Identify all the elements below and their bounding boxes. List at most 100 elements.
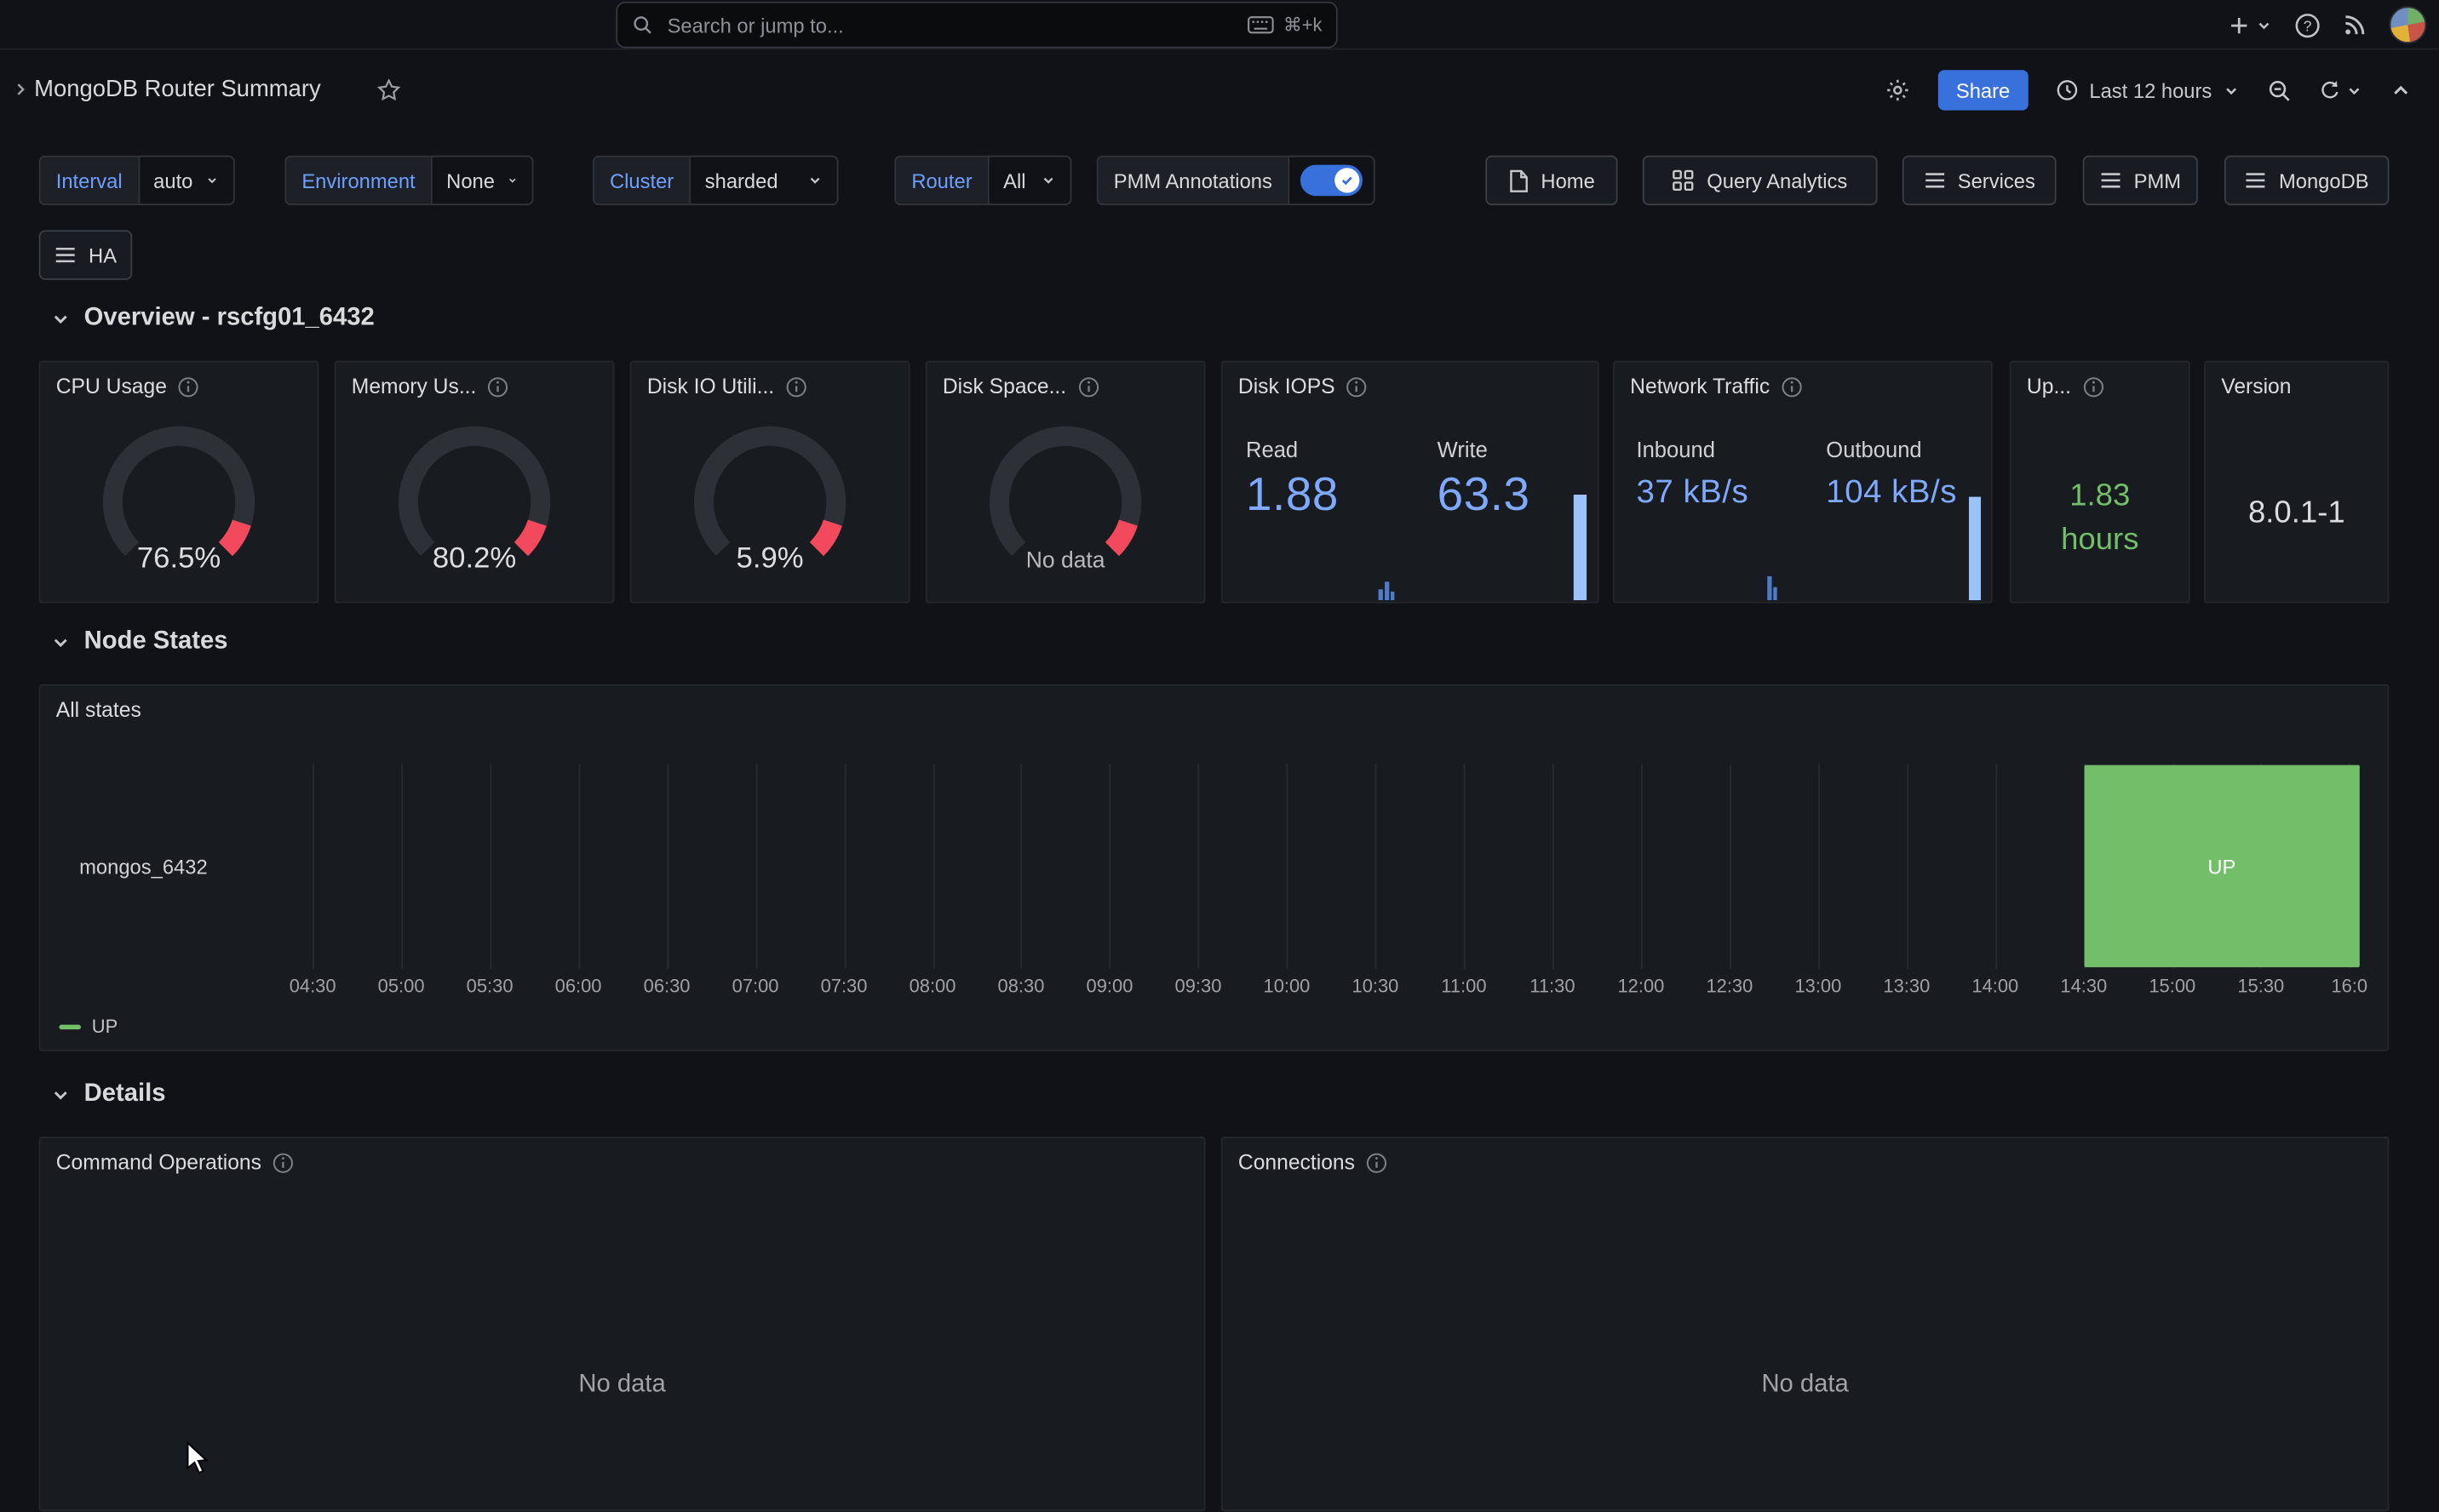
zoom-out-button[interactable] [2268,78,2291,101]
section-node-states[interactable]: Node States [51,628,227,656]
collapse-toolbar-button[interactable] [2390,80,2411,100]
legend-up[interactable]: UP [59,1016,118,1038]
panel-version: Version 8.0.1-1 [2204,361,2389,604]
help-button[interactable]: ? [2294,12,2321,38]
toggle-switch[interactable] [1300,165,1363,197]
state-block[interactable]: UP [2084,765,2360,967]
gridline [490,764,491,969]
info-icon[interactable] [1781,375,1803,398]
chevron-down-icon [2223,82,2240,99]
share-button-label: Share [1956,78,2010,101]
favorite-star-icon[interactable] [376,77,401,102]
time-tick: 05:30 [467,975,514,997]
panel-title[interactable]: Version [2206,363,2388,411]
dashboard-settings-button[interactable] [1885,77,1909,102]
info-icon[interactable] [178,375,200,398]
search-input[interactable] [616,2,1337,49]
pmm-annotations-toggle[interactable] [1288,156,1374,205]
add-button[interactable] [2228,14,2273,37]
refresh-button[interactable] [2319,79,2362,101]
panel-title[interactable]: Up... [2011,363,2189,411]
gridline [1641,764,1643,969]
panel-disk-space: Disk Space... No data [926,361,1206,604]
variable-interval-select[interactable]: auto [138,156,234,205]
link-mongodb-label: MongoDB [2279,169,2369,192]
panel-title[interactable]: Disk IOPS [1223,363,1598,411]
panel-title[interactable]: All states [40,685,2387,734]
section-details[interactable]: Details [51,1080,165,1108]
panel-title[interactable]: Connections [1223,1138,2388,1187]
info-icon[interactable] [273,1152,295,1174]
variable-cluster-value: sharded [705,169,778,192]
breadcrumb-chevron-icon [13,81,30,98]
panel-title[interactable]: Memory Us... [336,363,613,411]
grafana-dashboard: ⌘+k ? MongoDB Router Summary [0,0,2439,1511]
avatar[interactable] [2390,6,2427,43]
gauge-value: No data [975,549,1156,574]
variable-router-select[interactable]: All [988,156,1072,205]
time-tick: 09:00 [1087,975,1133,997]
svg-text:?: ? [2304,17,2312,34]
info-icon[interactable] [2082,375,2104,398]
section-overview[interactable]: Overview - rscfg01_6432 [51,305,375,333]
uptime-value: 1.83 hours [2011,474,2189,561]
panel-all-states: All states mongos_6432 UP 04:3005:0005:3… [39,684,2390,1051]
link-home[interactable]: Home [1485,156,1617,205]
search-box: ⌘+k [616,2,1337,49]
chevron-down-icon [51,1085,70,1104]
variable-cluster-select[interactable]: sharded [689,156,838,205]
link-mongodb[interactable]: MongoDB [2224,156,2390,205]
link-ha[interactable]: HA [39,230,133,279]
time-tick: 14:00 [1971,975,2018,997]
search-icon [632,14,654,36]
link-pmm[interactable]: PMM [2083,156,2198,205]
keyboard-icon [1248,15,1274,34]
menu-list-icon [2099,171,2121,190]
check-icon [1339,173,1354,188]
panel-title[interactable]: Command Operations [40,1138,1203,1187]
gridline [401,764,403,969]
chevron-down-icon [51,633,70,651]
panel-title[interactable]: CPU Usage [40,363,317,411]
chevron-down-icon [1041,173,1056,188]
panel-title[interactable]: Disk IO Utili... [632,363,909,411]
panel-cpu-usage: CPU Usage 76.5% [39,361,319,604]
time-range-picker[interactable]: Last 12 hours [2057,78,2240,101]
gridline [1287,764,1288,969]
variable-cluster: Cluster sharded [593,156,839,205]
gridline [755,764,757,969]
time-tick: 11:00 [1441,975,1486,997]
toggle-knob [1334,168,1359,192]
panel-title-text: Connections [1238,1151,1355,1174]
info-icon[interactable] [487,375,509,398]
breadcrumb[interactable]: MongoDB Router Summary [34,76,321,102]
time-tick: 04:30 [290,975,336,997]
uptime-unit: hours [2011,518,2189,561]
menu-list-icon [2245,171,2267,190]
gauge-value: 5.9% [680,542,860,576]
document-icon [1508,169,1529,192]
plus-icon [2228,14,2251,37]
gridline [1818,764,1820,969]
info-icon[interactable] [1366,1152,1388,1174]
info-icon[interactable] [785,375,807,398]
variable-router-value: All [1003,169,1025,192]
info-icon[interactable] [1077,375,1099,398]
menu-list-icon [1924,171,1946,190]
gridline [844,764,846,969]
link-services[interactable]: Services [1902,156,2057,205]
variable-environment-select[interactable]: None [431,156,534,205]
link-ha-label: HA [89,243,117,266]
link-query-analytics[interactable]: Query Analytics [1643,156,1878,205]
panel-title[interactable]: Disk Space... [927,363,1204,411]
info-icon[interactable] [1346,375,1368,398]
link-services-label: Services [1958,169,2035,192]
share-button[interactable]: Share [1937,70,2029,110]
variable-router-label: Router [894,156,988,205]
zoom-out-icon [2268,78,2291,101]
news-button[interactable] [2343,13,2367,37]
panel-connections: Connections No data [1221,1137,2390,1511]
panel-title[interactable]: Network Traffic [1615,363,1991,411]
panel-title-text: Version [2221,375,2291,398]
state-plot: UP [313,764,2360,969]
